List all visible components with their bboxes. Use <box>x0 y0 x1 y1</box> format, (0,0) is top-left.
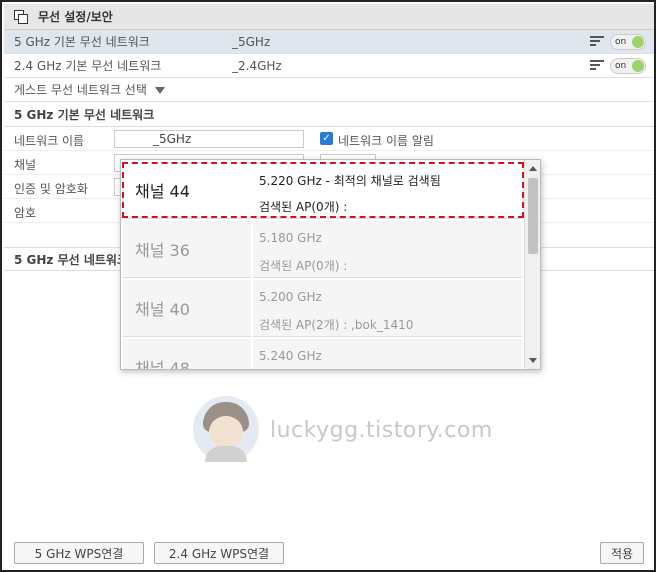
toggle-label: on <box>615 37 627 47</box>
channel-frequency: 5.180 GHz <box>259 231 322 245</box>
scroll-down-icon[interactable] <box>529 358 537 363</box>
network-label: 2.4 GHz 기본 무선 네트워크 <box>14 59 162 73</box>
channel-option-name: 채널 36 <box>123 221 251 278</box>
copy-window-icon <box>14 9 28 24</box>
channel-option[interactable]: 채널 44 5.220 GHz - 최적의 채널로 검색됨 검색된 AP(0개)… <box>123 162 522 219</box>
toggle-switch-24ghz[interactable]: on <box>610 58 646 74</box>
broadcast-checkbox[interactable]: ✓ <box>320 132 333 145</box>
apply-button[interactable]: 적용 <box>600 542 644 564</box>
section-5ghz-title: 5 GHz 기본 무선 네트워크 <box>4 103 654 127</box>
channel-ap-count: 검색된 AP(2개) : ,bok_1410 <box>259 318 414 332</box>
channel-option-info: 5.220 GHz - 최적의 채널로 검색됨 검색된 AP(0개) : <box>253 162 522 219</box>
channel-frequency: 5.200 GHz <box>259 290 322 304</box>
filter-lock-icon[interactable] <box>590 36 606 48</box>
avatar-watermark <box>193 396 259 462</box>
network-name-input[interactable]: _5GHz <box>114 130 304 148</box>
channel-option[interactable]: 채널 36 5.180 GHz 검색된 AP(0개) : <box>123 221 522 278</box>
scroll-up-icon[interactable] <box>529 166 537 171</box>
page-title: 무선 설정/보안 <box>38 10 113 24</box>
broadcast-label: 네트워크 이름 알림 <box>338 134 434 148</box>
window-frame: 무선 설정/보안 5 GHz 기본 무선 네트워크 _5GHz on 2.4 G… <box>0 0 656 572</box>
network-name-row: 네트워크 이름 _5GHz ✓ 네트워크 이름 알림 <box>4 127 654 151</box>
network-label: 5 GHz 기본 무선 네트워크 <box>14 35 150 49</box>
channel-frequency: 5.220 GHz - 최적의 채널로 검색됨 <box>259 174 441 188</box>
toggle-label: on <box>615 61 627 71</box>
channel-option-name: 채널 40 <box>123 280 251 337</box>
toggle-knob <box>632 60 644 72</box>
network-ssid: _2.4GHz <box>232 58 282 73</box>
channel-option-info: 5.240 GHz <box>253 339 522 369</box>
watermark-text: luckygg.tistory.com <box>270 418 493 443</box>
guest-network-row[interactable]: 게스트 무선 네트워크 선택 <box>4 78 654 102</box>
channel-option[interactable]: 채널 40 5.200 GHz 검색된 AP(2개) : ,bok_1410 <box>123 280 522 337</box>
channel-dropdown-popup: 채널 44 5.220 GHz - 최적의 채널로 검색됨 검색된 AP(0개)… <box>120 159 541 370</box>
channel-label: 채널 <box>14 158 37 172</box>
channel-option-info: 5.180 GHz 검색된 AP(0개) : <box>253 221 522 278</box>
channel-option-name: 채널 48 <box>123 339 251 369</box>
scroll-thumb[interactable] <box>528 178 538 254</box>
toggle-switch-5ghz[interactable]: on <box>610 34 646 50</box>
network-row-24ghz[interactable]: 2.4 GHz 기본 무선 네트워크 _2.4GHz on <box>4 54 654 78</box>
popup-scrollbar[interactable] <box>524 160 540 369</box>
network-name-label: 네트워크 이름 <box>14 134 85 148</box>
page-header: 무선 설정/보안 <box>4 4 654 30</box>
channel-frequency: 5.240 GHz <box>259 349 322 363</box>
network-name-value: _5GHz <box>153 132 192 146</box>
network-ssid: _5GHz <box>232 34 271 49</box>
filter-lock-icon[interactable] <box>590 60 606 72</box>
auth-label: 인증 및 암호화 <box>14 182 88 196</box>
channel-ap-count: 검색된 AP(0개) : <box>259 200 348 214</box>
channel-option[interactable]: 채널 48 5.240 GHz <box>123 339 522 369</box>
triangle-down-icon[interactable] <box>154 87 165 94</box>
password-label: 암호 <box>14 206 37 220</box>
channel-option-info: 5.200 GHz 검색된 AP(2개) : ,bok_1410 <box>253 280 522 337</box>
channel-option-name: 채널 44 <box>123 162 251 219</box>
guest-network-label: 게스트 무선 네트워크 선택 <box>14 83 147 97</box>
wps-24ghz-button[interactable]: 2.4 GHz WPS연결 <box>154 542 284 564</box>
network-row-5ghz[interactable]: 5 GHz 기본 무선 네트워크 _5GHz on <box>4 30 654 54</box>
channel-ap-count: 검색된 AP(0개) : <box>259 259 348 273</box>
guest-label-wrap: 게스트 무선 네트워크 선택 <box>14 81 165 98</box>
toggle-knob <box>632 36 644 48</box>
wps-5ghz-button[interactable]: 5 GHz WPS연결 <box>14 542 144 564</box>
